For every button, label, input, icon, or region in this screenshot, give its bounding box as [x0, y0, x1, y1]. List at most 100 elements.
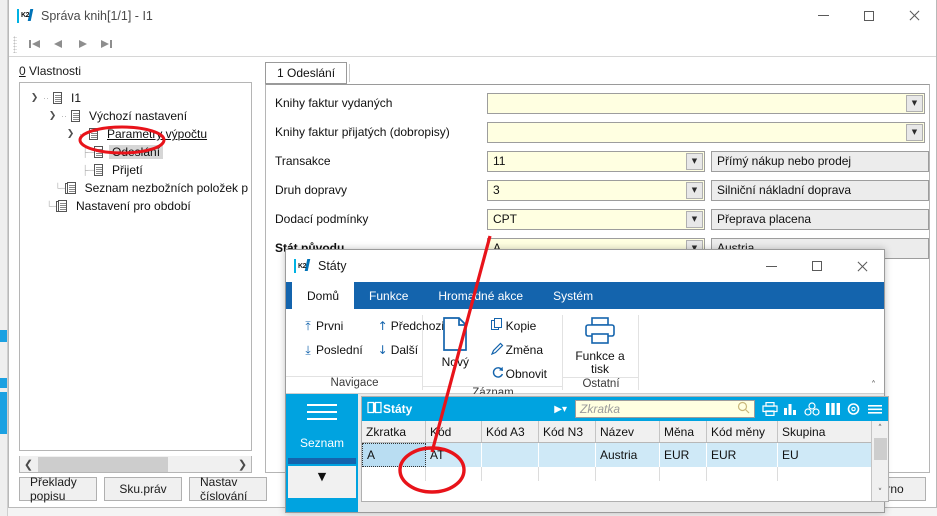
close-icon[interactable]	[839, 250, 884, 282]
preklady-popisu-button[interactable]: Překlady popisu	[19, 475, 97, 503]
documents-icon	[64, 181, 78, 195]
chevron-down-icon[interactable]: ▼	[686, 181, 703, 199]
first-record-button[interactable]	[22, 34, 46, 55]
ribbon-group-ostatni: Funkce a tisk Ostatní	[563, 309, 639, 394]
chevron-down-icon[interactable]: ❯	[28, 93, 41, 103]
arrow-up-icon: ↑	[377, 319, 388, 333]
tree-item-label: I1	[71, 91, 82, 105]
menu-lines-icon[interactable]	[864, 399, 885, 419]
chevron-down-icon[interactable]: ▼	[906, 123, 923, 141]
col-kod[interactable]: Kód	[426, 421, 482, 442]
sku-prav-button[interactable]: Sku.práv	[104, 477, 182, 501]
chart-icon[interactable]	[780, 399, 801, 419]
novy-button[interactable]: Nový	[431, 314, 480, 369]
scroll-right-icon[interactable]: ❯	[234, 458, 251, 471]
druh-dopravy-field[interactable]: 3 ▼	[487, 179, 705, 201]
table-row[interactable]: A AT Austria EUR EUR EU	[362, 443, 888, 467]
previous-record-button[interactable]	[46, 34, 70, 55]
field-row-druh-dopravy: Druh dopravy 3 ▼ Silniční nákladní dopra…	[266, 179, 929, 201]
col-mena[interactable]: Měna	[660, 421, 707, 442]
tab-odeslani[interactable]: 1 Odeslání	[265, 62, 348, 84]
background-accent-3	[0, 392, 7, 434]
posledni-button[interactable]: ⤓ Poslední	[294, 338, 369, 362]
col-kod-meny[interactable]: Kód měny	[707, 421, 778, 442]
tree-item-prijeti[interactable]: ├─ Přijetí	[20, 161, 251, 179]
col-zkratka[interactable]: Zkratka	[362, 421, 426, 442]
tree-horizontal-scrollbar[interactable]: ❮ ❯	[19, 456, 252, 473]
zmena-button[interactable]: Změna	[484, 338, 553, 362]
field-label: Transakce	[275, 154, 331, 168]
tree-item-seznam-nezboznich[interactable]: └─ Seznam nezbožních položek p	[20, 179, 251, 197]
document-icon	[92, 163, 105, 177]
funkce-a-tisk-button[interactable]: Funkce a tisk	[571, 314, 629, 377]
close-icon[interactable]	[891, 0, 936, 32]
hamburger-icon[interactable]	[307, 404, 337, 425]
grid-vertical-scrollbar[interactable]: ˄ ˅	[871, 421, 888, 501]
nastav-cislovani-button[interactable]: Nastav číslování	[189, 475, 267, 503]
chevron-down-icon[interactable]: ▼	[906, 94, 923, 112]
settings-gear-icon[interactable]	[843, 399, 864, 419]
tree-item-vychozi-nastaveni[interactable]: ❯ ·· Výchozí nastavení	[20, 107, 251, 125]
properties-tree[interactable]: ❯ ·· I1 ❯ ·· Výchozí nastavení ❯ ·· Para…	[19, 82, 252, 451]
scroll-up-icon[interactable]: ˄	[878, 421, 883, 437]
tree-item-nastaveni-pro-obdobi[interactable]: └─ Nastavení pro období	[20, 197, 251, 215]
scroll-thumb[interactable]	[873, 438, 887, 460]
staty-dialog-body: Seznam ▼ Státy ▶▾ Zkratka Zkratka Kód Kó…	[286, 394, 889, 512]
maximize-icon[interactable]	[846, 0, 891, 32]
knihy-faktur-prijatych-field[interactable]: ▼	[487, 121, 925, 143]
prvni-button[interactable]: ⤒ Prvni	[294, 314, 369, 338]
knihy-faktur-vydanych-field[interactable]: ▼	[487, 92, 925, 114]
document-icon	[87, 127, 100, 141]
cell-mena: EUR	[660, 443, 707, 467]
magnifier-icon[interactable]	[737, 401, 750, 417]
tree-item-odeslani[interactable]: ├─ Odeslání	[20, 143, 251, 161]
refresh-icon	[490, 366, 506, 382]
last-record-button[interactable]	[94, 34, 118, 55]
maximize-icon[interactable]	[794, 250, 839, 282]
transakce-field[interactable]: 11 ▼	[487, 150, 705, 172]
col-nazev[interactable]: Název	[596, 421, 660, 442]
dodaci-podminky-field[interactable]: CPT ▼	[487, 208, 705, 230]
chevron-down-icon[interactable]: ▼	[686, 210, 703, 228]
chevron-down-icon[interactable]: ❯	[64, 129, 77, 139]
arrow-down-icon: ↓	[377, 343, 388, 357]
dodaci-podminky-description: Přeprava placena	[711, 208, 929, 230]
chevron-down-icon[interactable]: ▼	[686, 152, 703, 170]
scroll-down-icon[interactable]: ˅	[878, 485, 883, 501]
chevron-down-icon[interactable]: ❯	[46, 111, 59, 121]
tab-hromadne-akce[interactable]: Hromadné akce	[423, 282, 538, 309]
kopie-button[interactable]: Kopie	[484, 314, 553, 338]
field-row-dodaci-podminky: Dodací podmínky CPT ▼ Přeprava placena	[266, 208, 929, 230]
tree-item-label: Odeslání	[109, 145, 164, 159]
col-kod-a3[interactable]: Kód A3	[482, 421, 539, 442]
side-nav-divider	[288, 458, 356, 464]
play-dropdown-icon[interactable]: ▶▾	[552, 404, 575, 415]
pivot-icon[interactable]	[801, 399, 822, 419]
arrow-down-bar-icon: ⤓	[305, 342, 311, 357]
toolbar-grip	[13, 35, 17, 53]
minimize-icon[interactable]	[801, 0, 846, 32]
tree-item-parametry-vypoctu[interactable]: ❯ ·· Parametry výpočtu	[20, 125, 251, 143]
print-icon[interactable]	[759, 399, 780, 419]
collapse-ribbon-button[interactable]: ˄	[871, 380, 876, 391]
tab-system[interactable]: Systém	[538, 282, 608, 309]
druh-dopravy-description: Silniční nákladní doprava	[711, 179, 929, 201]
ribbon: ⤒ Prvni ⤓ Poslední ↑ Předchozi ↓ Další N…	[286, 309, 884, 399]
next-record-button[interactable]	[70, 34, 94, 55]
chevron-down-bar-icon[interactable]: ▼	[288, 466, 356, 498]
columns-icon[interactable]	[822, 399, 843, 419]
obnovit-button[interactable]: Obnovit	[484, 362, 553, 386]
document-icon	[92, 145, 105, 159]
scroll-left-icon[interactable]: ❮	[20, 458, 37, 471]
tab-domu[interactable]: Domů	[292, 282, 355, 309]
staty-dialog-titlebar[interactable]: K2 Státy	[286, 250, 884, 282]
properties-label-text: Vlastnosti	[25, 64, 82, 78]
cell-kod: AT	[426, 443, 482, 467]
tab-funkce[interactable]: Funkce	[354, 282, 423, 309]
main-window-titlebar[interactable]: K2 Správa knih[1/1] - I1	[9, 0, 936, 32]
tree-item-i1[interactable]: ❯ ·· I1	[20, 89, 251, 107]
minimize-icon[interactable]	[749, 250, 794, 282]
col-kod-n3[interactable]: Kód N3	[539, 421, 596, 442]
search-input[interactable]: Zkratka	[575, 400, 755, 418]
scroll-thumb[interactable]	[38, 456, 168, 472]
